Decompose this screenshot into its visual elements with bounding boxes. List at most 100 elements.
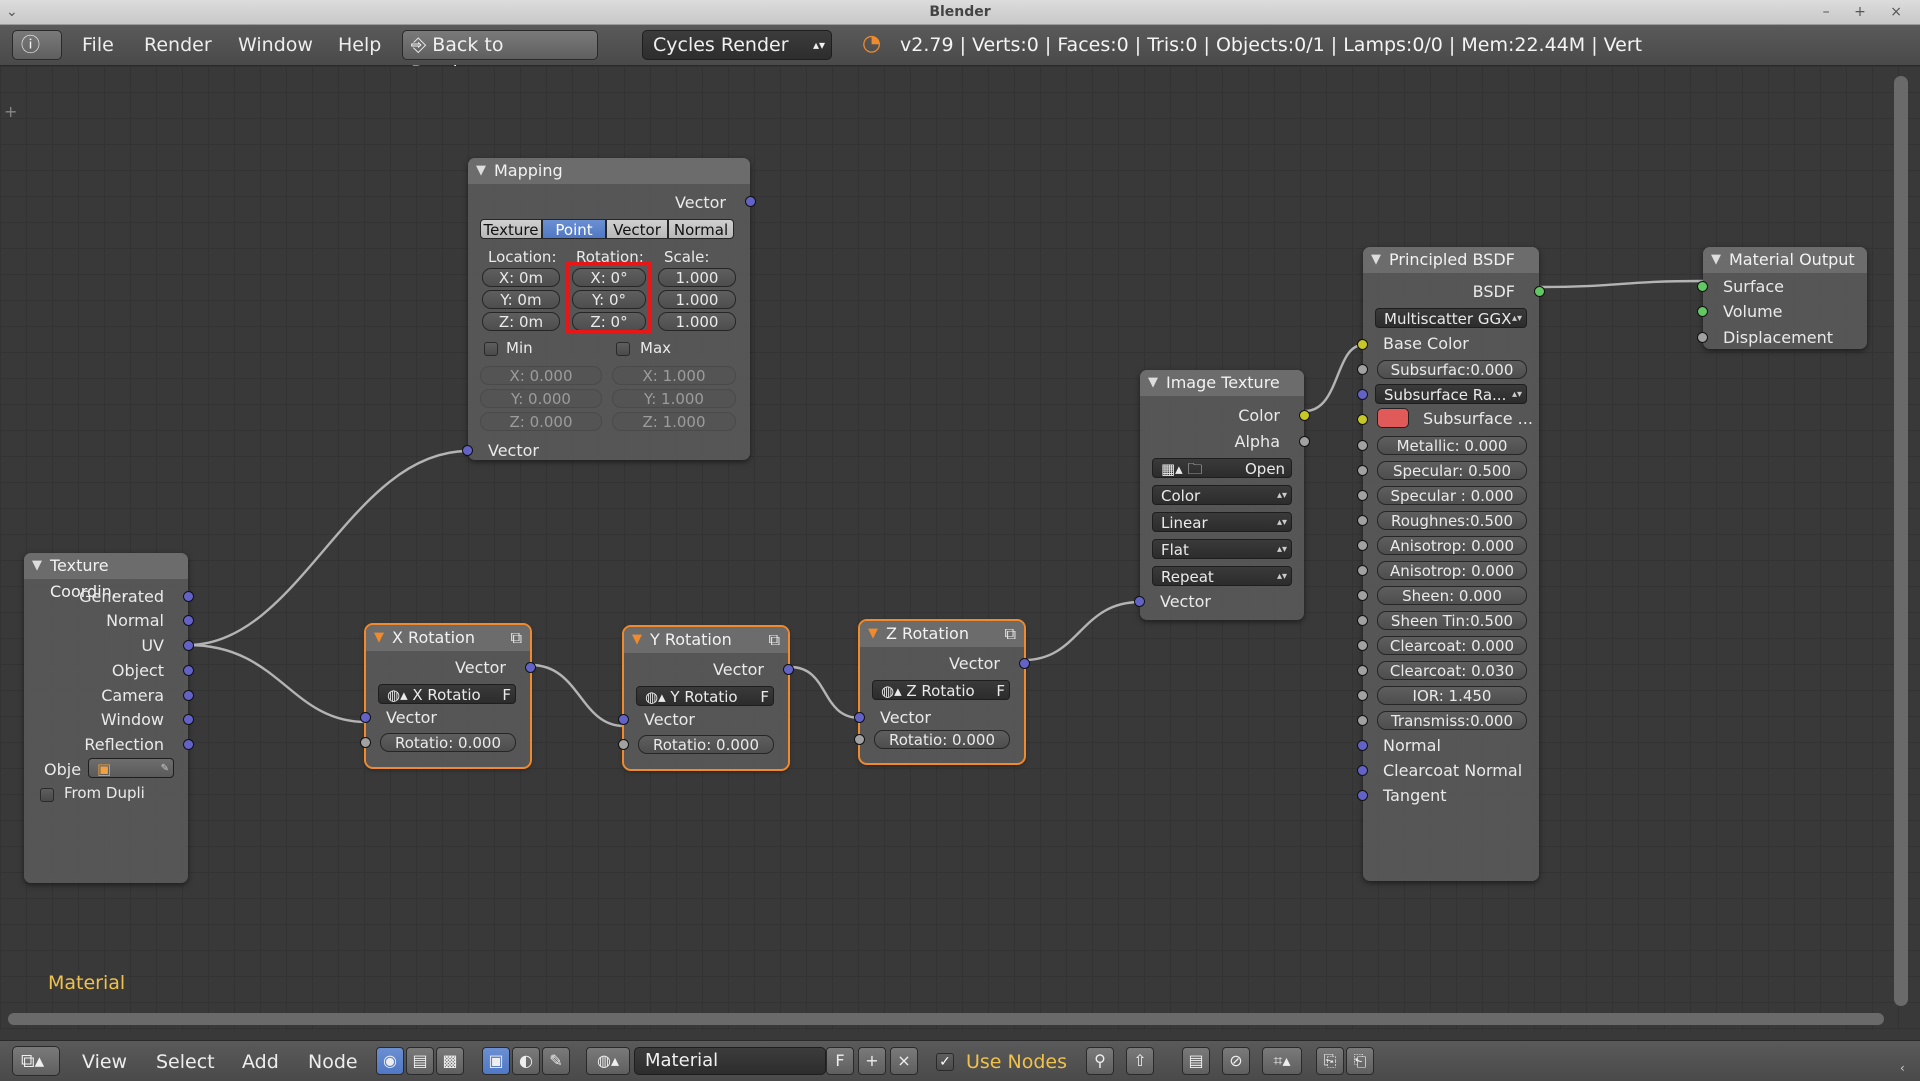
normal-input-socket[interactable] xyxy=(1357,740,1368,751)
node-group-icon[interactable]: ⧉ xyxy=(1005,621,1016,647)
window-menu-icon[interactable]: ⌄ xyxy=(6,0,18,24)
collapse-triangle-icon[interactable]: ▼ xyxy=(1711,247,1721,273)
fake-user-button[interactable]: F xyxy=(996,681,1005,699)
sheen-socket[interactable] xyxy=(1357,590,1368,601)
location-x-field[interactable]: X: 0m xyxy=(482,268,560,287)
node-group-icon[interactable]: ⧉ xyxy=(769,627,780,653)
texture-coordinate-node[interactable]: ▼ Texture Coordin... Generated Normal UV … xyxy=(24,553,194,883)
roughness-field[interactable]: Roughnes:0.500 xyxy=(1377,511,1527,530)
back-to-previous-button[interactable]: ⎆ Back to Previous xyxy=(402,30,598,84)
camera-socket[interactable] xyxy=(183,690,194,701)
collapse-triangle-icon[interactable]: ▼ xyxy=(32,553,42,579)
vector-output-socket[interactable] xyxy=(525,662,536,673)
rotation-input-socket[interactable] xyxy=(854,734,865,745)
rotation-input-socket[interactable] xyxy=(360,737,371,748)
specular-field[interactable]: Specular: 0.500 xyxy=(1377,461,1527,480)
menu-render[interactable]: Render xyxy=(144,34,212,56)
tab-normal[interactable]: Normal xyxy=(668,219,734,239)
generated-socket[interactable] xyxy=(183,591,194,602)
tab-texture[interactable]: Texture xyxy=(480,219,542,239)
extension-dropdown[interactable]: Repeat ▴▾ xyxy=(1152,566,1292,586)
color-space-dropdown[interactable]: Color ▴▾ xyxy=(1152,485,1292,505)
menu-help[interactable]: Help xyxy=(338,34,381,56)
location-z-field[interactable]: Z: 0m xyxy=(482,312,560,331)
unlink-material-icon[interactable]: × xyxy=(890,1047,918,1075)
vector-input-socket[interactable] xyxy=(618,714,629,725)
pin-icon[interactable]: ⚲ xyxy=(1086,1047,1114,1075)
specular-tint-field[interactable]: Specular : 0.000 xyxy=(1377,486,1527,505)
rotation-input-socket[interactable] xyxy=(618,739,629,750)
rotation-value-field[interactable]: Rotatio: 0.000 xyxy=(380,733,516,752)
node-group-selector[interactable]: ◍▴ X Rotatio F xyxy=(378,684,516,704)
fake-user-button[interactable]: F xyxy=(826,1047,854,1075)
specular-socket[interactable] xyxy=(1357,465,1368,476)
subsurface-field[interactable]: Subsurfac:0.000 xyxy=(1377,360,1527,379)
scale-x-field[interactable]: 1.000 xyxy=(658,268,736,287)
tangent-socket[interactable] xyxy=(1357,790,1368,801)
bsdf-output-socket[interactable] xyxy=(1534,286,1545,297)
anisotropic-socket[interactable] xyxy=(1357,540,1368,551)
vector-input-socket[interactable] xyxy=(462,445,473,456)
transmission-field[interactable]: Transmiss:0.000 xyxy=(1377,711,1527,730)
snap-element-icon[interactable]: ⌗▴ xyxy=(1262,1047,1302,1075)
editor-type-info-icon[interactable]: ⓘ ▴ xyxy=(12,30,62,84)
menu-view[interactable]: View xyxy=(82,1051,127,1073)
collapse-triangle-icon[interactable]: ▼ xyxy=(476,158,486,184)
projection-dropdown[interactable]: Flat ▴▾ xyxy=(1152,539,1292,559)
metallic-socket[interactable] xyxy=(1357,440,1368,451)
y-rotation-group-node[interactable]: ▼ Y Rotation ⧉ Vector ◍▴ Y Rotatio F Vector… xyxy=(618,625,794,771)
collapse-triangle-icon[interactable]: ▼ xyxy=(1371,247,1381,273)
material-output-node[interactable]: ▼ Material Output Surface Volume Displace… xyxy=(1697,247,1867,349)
vector-input-socket[interactable] xyxy=(854,712,865,723)
backdrop-icon[interactable]: ▤ xyxy=(1182,1047,1210,1075)
image-texture-node[interactable]: ▼ Image Texture Color Alpha ▦▴ 🗀 Open Col… xyxy=(1134,370,1310,620)
use-nodes-checkbox[interactable]: ✓ xyxy=(936,1053,954,1071)
collapse-triangle-icon[interactable]: ▼ xyxy=(868,621,878,647)
subsurface-radius-dropdown[interactable]: Subsurface Ra... ▴▾ xyxy=(1375,384,1527,404)
mapping-node[interactable]: ▼ Mapping Vector Texture Point Vector Nor… xyxy=(462,158,756,460)
transmission-socket[interactable] xyxy=(1357,715,1368,726)
vector-output-socket[interactable] xyxy=(783,664,794,675)
object-socket[interactable] xyxy=(183,665,194,676)
distribution-dropdown[interactable]: Multiscatter GGX ▴▾ xyxy=(1375,308,1527,328)
alpha-output-socket[interactable] xyxy=(1299,436,1310,447)
normal-socket[interactable] xyxy=(183,615,194,626)
compositing-nodes-icon[interactable]: ▤ xyxy=(406,1047,434,1075)
open-button[interactable]: Open xyxy=(1245,459,1285,477)
editor-type-node-icon[interactable]: ⧉▴ xyxy=(12,1046,60,1076)
sheen-tint-socket[interactable] xyxy=(1357,615,1368,626)
vertical-scrollbar[interactable] xyxy=(1894,76,1908,1006)
subsurface-color-socket[interactable] xyxy=(1357,414,1368,425)
volume-input-socket[interactable] xyxy=(1697,306,1708,317)
eyedropper-icon[interactable]: ✎ xyxy=(161,759,169,777)
collapse-triangle-icon[interactable]: ▼ xyxy=(632,627,642,653)
displacement-input-socket[interactable] xyxy=(1697,332,1708,343)
collapse-header-icon[interactable]: ‹ xyxy=(1900,1061,1905,1075)
menu-window[interactable]: Window xyxy=(238,34,313,56)
max-checkbox[interactable] xyxy=(616,342,630,356)
sheen-tint-field[interactable]: Sheen Tin:0.500 xyxy=(1377,611,1527,630)
rotation-value-field[interactable]: Rotatio: 0.000 xyxy=(874,730,1010,749)
vector-input-socket[interactable] xyxy=(1134,596,1145,607)
shader-nodes-icon[interactable]: ◉ xyxy=(376,1047,404,1075)
menu-node[interactable]: Node xyxy=(308,1051,358,1073)
window-socket[interactable] xyxy=(183,714,194,725)
menu-add[interactable]: Add xyxy=(242,1051,279,1073)
material-name-field[interactable]: Material xyxy=(634,1047,826,1075)
object-picker[interactable]: ▣ ✎ xyxy=(88,758,174,778)
min-y-field[interactable]: Y: 0.000 xyxy=(480,389,602,408)
metallic-field[interactable]: Metallic: 0.000 xyxy=(1377,436,1527,455)
vector-input-socket[interactable] xyxy=(360,712,371,723)
fake-user-button[interactable]: F xyxy=(760,687,769,705)
principled-bsdf-node[interactable]: ▼ Principled BSDF BSDF Multiscatter GGX ▴▾… xyxy=(1357,247,1545,881)
x-rotation-group-node[interactable]: ▼ X Rotation ⧉ Vector ◍▴ X Rotatio F Vector… xyxy=(360,623,536,769)
interpolation-dropdown[interactable]: Linear ▴▾ xyxy=(1152,512,1292,532)
ior-socket[interactable] xyxy=(1357,690,1368,701)
max-z-field[interactable]: Z: 1.000 xyxy=(612,412,736,431)
anisotropic-rotation-field[interactable]: Anisotrop: 0.000 xyxy=(1377,561,1527,580)
render-engine-dropdown[interactable]: Cycles Render ▴▾ xyxy=(642,30,832,60)
scale-z-field[interactable]: 1.000 xyxy=(658,312,736,331)
window-controls[interactable]: – + × xyxy=(1823,0,1912,24)
min-x-field[interactable]: X: 0.000 xyxy=(480,366,602,385)
subsurface-socket[interactable] xyxy=(1357,364,1368,375)
